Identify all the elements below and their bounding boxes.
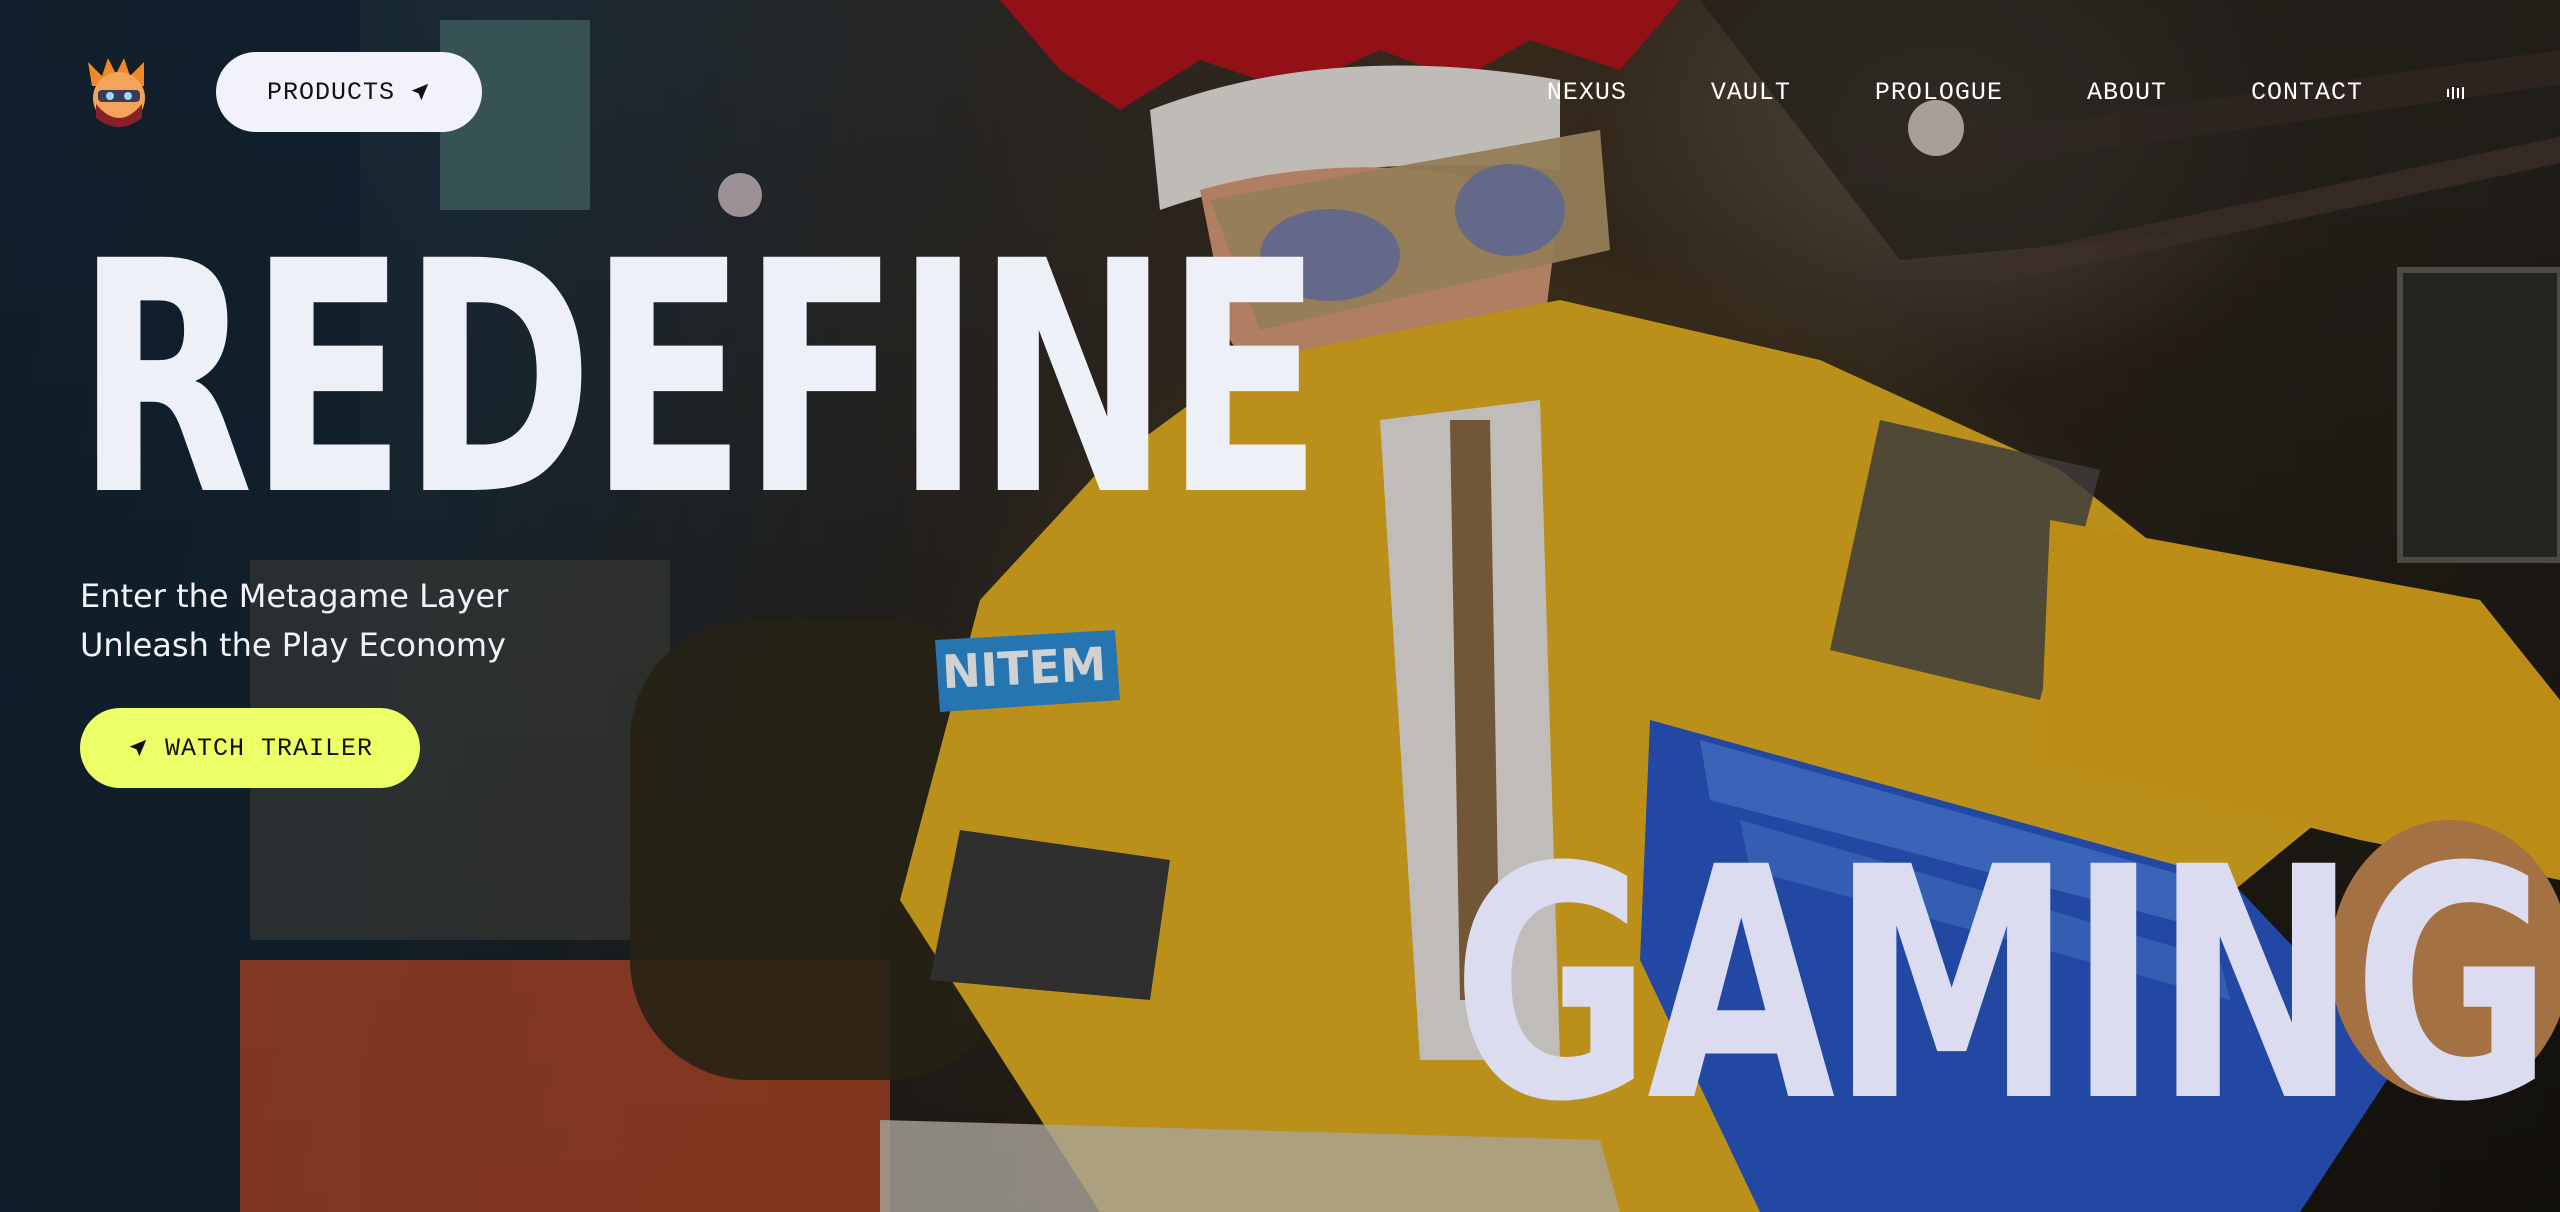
ninja-avatar-icon	[88, 58, 145, 127]
audio-bar	[2462, 86, 2464, 99]
audio-toggle-icon[interactable]	[2447, 84, 2464, 102]
products-button[interactable]: PRODUCTS	[216, 52, 482, 132]
audio-bar	[2452, 86, 2454, 99]
audio-bar	[2447, 88, 2449, 97]
hero-headline-top: REDEFINE	[76, 194, 1323, 566]
nav-link-prologue[interactable]: PROLOGUE	[1875, 78, 2003, 107]
hero-subtitle-line: Unleash the Play Economy	[80, 626, 506, 664]
watch-trailer-button[interactable]: WATCH TRAILER	[80, 708, 420, 788]
audio-bar	[2457, 87, 2459, 98]
nav-link-contact[interactable]: CONTACT	[2251, 78, 2363, 107]
hero-section: NITEM PRODUCTS NEXUS VAULT PROLOGUE ABOU…	[0, 0, 2560, 1212]
brand-logo-icon[interactable]	[86, 56, 152, 132]
hero-subtitle-line: Enter the Metagame Layer	[80, 577, 509, 615]
arrow-icon	[129, 739, 147, 757]
nav-link-nexus[interactable]: NEXUS	[1547, 78, 1627, 107]
nav-link-vault[interactable]: VAULT	[1711, 78, 1791, 107]
hero-headline-bottom: GAMING	[1452, 800, 2553, 1172]
nav-link-about[interactable]: ABOUT	[2087, 78, 2167, 107]
hero-subtitle: Enter the Metagame Layer Unleash the Pla…	[80, 572, 508, 670]
arrow-icon	[411, 83, 429, 101]
watch-trailer-label: WATCH TRAILER	[164, 733, 374, 763]
products-button-label: PRODUCTS	[266, 77, 396, 107]
main-nav: NEXUS VAULT PROLOGUE ABOUT CONTACT	[1463, 78, 2464, 107]
